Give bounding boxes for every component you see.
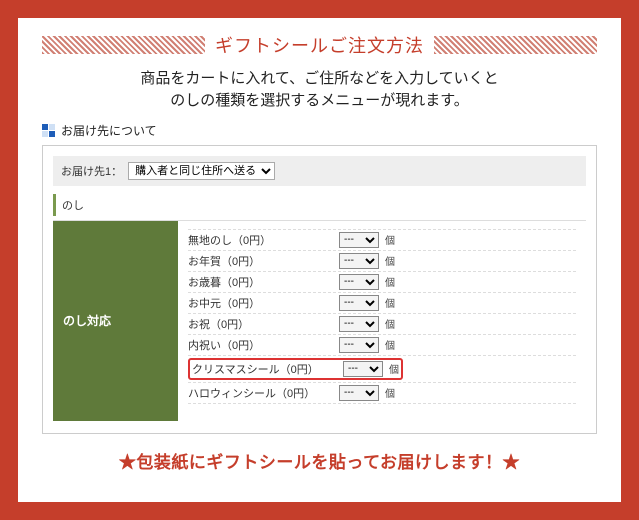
unit-label: 個 — [385, 232, 395, 247]
intro-line1: 商品をカートに入れて、ご住所などを入力していくと — [140, 70, 498, 87]
option-label: お祝（0円） — [188, 316, 333, 332]
option-label: 内祝い（0円） — [188, 337, 333, 353]
highlighted-option: クリスマスシール（0円） --- 個 — [188, 358, 403, 380]
address-bar: お届け先1： 購入者と同じ住所へ送る — [53, 156, 586, 186]
option-label: お歳暮（0円） — [188, 274, 333, 290]
delivery-section-header: お届け先について — [42, 122, 597, 139]
quantity-select[interactable]: --- — [339, 295, 379, 311]
quantity-select[interactable]: --- — [339, 253, 379, 269]
option-label: 無地のし（0円） — [188, 232, 333, 248]
quantity-select[interactable]: --- — [343, 361, 383, 377]
squares-icon — [42, 124, 55, 137]
quantity-select[interactable]: --- — [339, 337, 379, 353]
option-label: お年賀（0円） — [188, 253, 333, 269]
noshi-option-row: お歳暮（0円） --- 個 — [188, 272, 576, 293]
hatch-right — [434, 36, 597, 54]
noshi-side-label: のし対応 — [53, 221, 178, 421]
quantity-select[interactable]: --- — [339, 385, 379, 401]
form-box: お届け先1： 購入者と同じ住所へ送る のし のし対応 無地のし（0円）---個お… — [42, 145, 597, 434]
unit-label: 個 — [385, 274, 395, 289]
unit-label: 個 — [385, 337, 395, 352]
noshi-option-row: クリスマスシール（0円） --- 個 — [188, 356, 576, 383]
intro-line2: のしの種類を選択するメニューが現れます。 — [170, 92, 469, 109]
option-label: クリスマスシール（0円） — [192, 361, 337, 377]
unit-label: 個 — [385, 316, 395, 331]
address-select[interactable]: 購入者と同じ住所へ送る — [128, 162, 275, 180]
page-title: ギフトシールご注文方法 — [211, 32, 428, 58]
noshi-options-list: 無地のし（0円）---個お年賀（0円）---個お歳暮（0円）---個お中元（0円… — [178, 221, 586, 421]
quantity-select[interactable]: --- — [339, 316, 379, 332]
noshi-body: のし対応 無地のし（0円）---個お年賀（0円）---個お歳暮（0円）---個お… — [53, 220, 586, 421]
unit-label: 個 — [385, 295, 395, 310]
noshi-option-row: お中元（0円） --- 個 — [188, 293, 576, 314]
main-panel: ギフトシールご注文方法 商品をカートに入れて、ご住所などを入力していくと のしの… — [18, 18, 621, 502]
title-row: ギフトシールご注文方法 — [42, 32, 597, 58]
unit-label: 個 — [385, 385, 395, 400]
section-header-text: お届け先について — [61, 122, 157, 139]
noshi-option-row: 無地のし（0円） --- 個 — [188, 229, 576, 251]
noshi-option-row: お祝（0円） --- 個 — [188, 314, 576, 335]
address-label: お届け先1： — [61, 163, 122, 179]
footer-note: ★包装紙にギフトシールを貼ってお届けします！★ — [42, 448, 597, 473]
unit-label: 個 — [389, 361, 399, 376]
intro-text: 商品をカートに入れて、ご住所などを入力していくと のしの種類を選択するメニューが… — [42, 68, 597, 112]
hatch-left — [42, 36, 205, 54]
unit-label: 個 — [385, 253, 395, 268]
quantity-select[interactable]: --- — [339, 274, 379, 290]
quantity-select[interactable]: --- — [339, 232, 379, 248]
option-label: ハロウィンシール（0円） — [188, 385, 333, 401]
noshi-header: のし — [53, 194, 586, 216]
noshi-option-row: 内祝い（0円） --- 個 — [188, 335, 576, 356]
noshi-option-row: ハロウィンシール（0円） --- 個 — [188, 383, 576, 404]
noshi-option-row: お年賀（0円） --- 個 — [188, 251, 576, 272]
option-label: お中元（0円） — [188, 295, 333, 311]
